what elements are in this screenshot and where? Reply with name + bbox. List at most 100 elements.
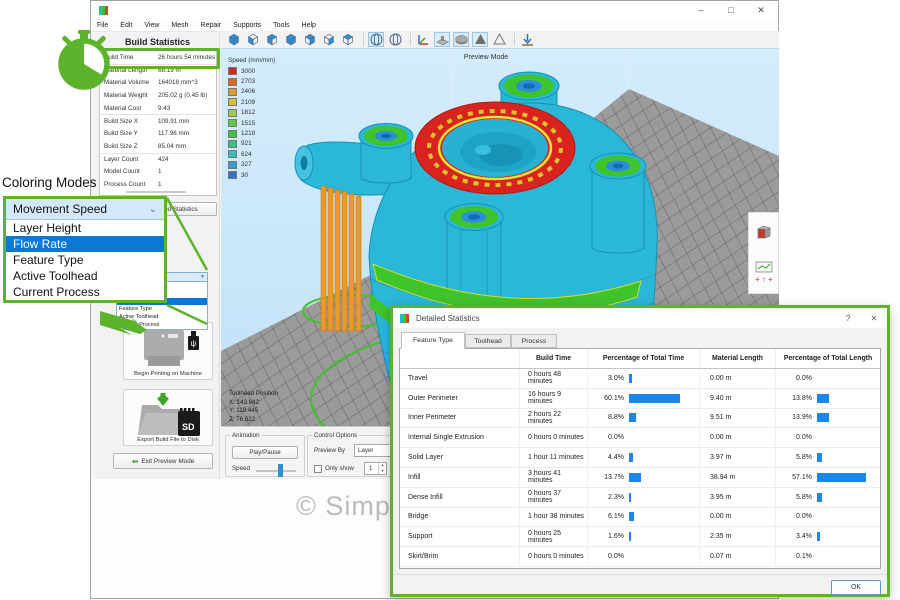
print-stats-position-icon[interactable]: + ↑ +: [754, 261, 774, 283]
percentage-bar: [817, 493, 822, 502]
table-row: Solid Layer1 hour 11 minutes4.4%3.97 m5.…: [400, 448, 880, 468]
sphere-cross-section-icon[interactable]: [368, 32, 384, 47]
legend-value: 624: [241, 151, 252, 158]
preview-mode-label: Preview Mode: [426, 54, 546, 61]
percentage-value: 13.7%: [588, 474, 624, 481]
menu-help[interactable]: Help: [296, 22, 322, 29]
build-stats-table: Build Time26 hours 54 minutesMaterial Le…: [99, 50, 217, 196]
axis-icon[interactable]: [415, 32, 431, 47]
maximize-button[interactable]: □: [716, 1, 746, 19]
percentage-value: 4.4%: [588, 454, 624, 461]
cross-section-icon[interactable]: [755, 223, 773, 241]
stats-scrollbar[interactable]: [126, 191, 186, 193]
legend-entry: 327: [228, 160, 275, 170]
export-build-file-label: Export Build File to Disk: [124, 437, 212, 443]
support-structure: [321, 186, 361, 331]
view-cube-bottom-icon[interactable]: [245, 32, 261, 47]
begin-printing-button[interactable]: ψ Begin Printing on Machine: [123, 322, 213, 380]
layer-count-spinner[interactable]: 1 ▲▼: [364, 462, 387, 475]
show-plate-icon[interactable]: [434, 32, 450, 47]
view-cube-right-icon[interactable]: [321, 32, 337, 47]
feature-name-cell: Internal Single Extrusion: [400, 428, 520, 447]
toolbar-separator: [363, 33, 364, 46]
menu-view[interactable]: View: [138, 22, 165, 29]
percentage-cell: 3.4%: [776, 527, 880, 546]
column-header: Build Time: [520, 349, 588, 368]
menu-supports[interactable]: Supports: [227, 22, 267, 29]
view-cube-top-icon[interactable]: [340, 32, 356, 47]
speed-slider[interactable]: [256, 470, 296, 472]
stat-row: Material Weight205.02 g (0.45 lb): [100, 89, 216, 102]
animation-group-label: Animation: [230, 432, 262, 439]
coloring-modes-callout: Movement Speed ⌄ Layer HeightFlow RateFe…: [3, 196, 167, 303]
show-cone-wire-icon[interactable]: [491, 32, 507, 47]
material-length-cell: 3.95 m: [700, 488, 776, 507]
only-show-checkbox[interactable]: [314, 465, 322, 473]
stat-label: Material Cost: [100, 105, 158, 112]
app-logo-icon: [98, 5, 109, 16]
drop-to-plate-icon[interactable]: [519, 32, 535, 47]
speed-slider-handle[interactable]: [278, 464, 283, 477]
legend-swatch: [228, 140, 237, 148]
show-cone-solid-icon[interactable]: [472, 32, 488, 47]
tab-process[interactable]: Process: [511, 334, 557, 348]
coloring-option[interactable]: Flow Rate: [6, 236, 164, 252]
percentage-cell: 0.0%: [776, 428, 880, 447]
close-button[interactable]: ✕: [746, 1, 776, 19]
tab-toolhead[interactable]: Toolhead: [465, 334, 511, 348]
coloring-option[interactable]: Current Process: [117, 321, 207, 329]
dialog-title-bar: Detailed Statistics ? ✕: [393, 308, 887, 328]
legend-value: 3000: [241, 68, 255, 75]
dialog-title: Detailed Statistics: [416, 314, 480, 323]
coloring-option[interactable]: Active Toolhead: [6, 268, 164, 284]
export-build-file-button[interactable]: SD Export Build File to Disk: [123, 389, 213, 446]
boss-left: [359, 124, 413, 184]
legend-swatch: [228, 161, 237, 169]
legend-value: 1218: [241, 130, 255, 137]
play-pause-button[interactable]: Play/Pause: [232, 446, 298, 459]
view-cube-topleft-icon[interactable]: [264, 32, 280, 47]
coloring-option[interactable]: Active Toolhead: [117, 313, 207, 321]
legend-entry: 2703: [228, 76, 275, 86]
minimize-button[interactable]: –: [686, 1, 716, 19]
stat-row: Build Size Z85.04 mm: [100, 140, 216, 153]
stat-value: 164018 mm^3: [158, 79, 198, 86]
dialog-close-button[interactable]: ✕: [861, 314, 887, 323]
ok-button[interactable]: OK: [831, 580, 881, 595]
legend-entry: 921: [228, 139, 275, 149]
stat-label: Build Size X: [100, 118, 158, 125]
table-row: Outer Perimeter16 hours 9 minutes60.1%9.…: [400, 389, 880, 409]
percentage-value: 3.4%: [776, 533, 812, 540]
legend-swatch: [228, 150, 237, 158]
sphere-wireframe-icon[interactable]: [387, 32, 403, 47]
svg-text:SD: SD: [182, 422, 195, 432]
percentage-value: 13.8%: [776, 395, 812, 402]
view-cube-solid-icon[interactable]: [226, 32, 242, 47]
legend-value: 2406: [241, 88, 255, 95]
percentage-cell: 13.9%: [776, 409, 880, 428]
menu-edit[interactable]: Edit: [114, 22, 138, 29]
menu-tools[interactable]: Tools: [267, 22, 295, 29]
table-row: Bridge1 hour 38 minutes6.1%0.00 m0.0%: [400, 508, 880, 528]
menu-repair[interactable]: Repair: [195, 22, 228, 29]
coloring-option[interactable]: Current Process: [6, 284, 164, 300]
coloring-modes-combobox[interactable]: Movement Speed ⌄: [6, 199, 164, 220]
spinner-arrows-icon[interactable]: ▲▼: [378, 463, 386, 474]
percentage-value: 0.0%: [588, 553, 624, 560]
view-cube-solid2-icon[interactable]: [283, 32, 299, 47]
tab-feature-type[interactable]: Feature Type: [401, 332, 465, 349]
menu-mesh[interactable]: Mesh: [165, 22, 194, 29]
coloring-option[interactable]: Feature Type: [117, 305, 207, 313]
percentage-bar: [629, 493, 631, 502]
dialog-help-button[interactable]: ?: [835, 314, 861, 323]
feature-name-cell: Infill: [400, 468, 520, 487]
coloring-option[interactable]: Feature Type: [6, 252, 164, 268]
percentage-value: 1.6%: [588, 533, 624, 540]
view-cube-topright-icon[interactable]: [302, 32, 318, 47]
legend-entry: 1218: [228, 128, 275, 138]
coloring-option[interactable]: Layer Height: [6, 220, 164, 236]
feature-name-cell: Travel: [400, 369, 520, 388]
show-model-icon[interactable]: [453, 32, 469, 47]
exit-preview-mode-button[interactable]: ⬅Exit Preview Mode: [113, 453, 213, 469]
material-length-cell: 0.00 m: [700, 508, 776, 527]
